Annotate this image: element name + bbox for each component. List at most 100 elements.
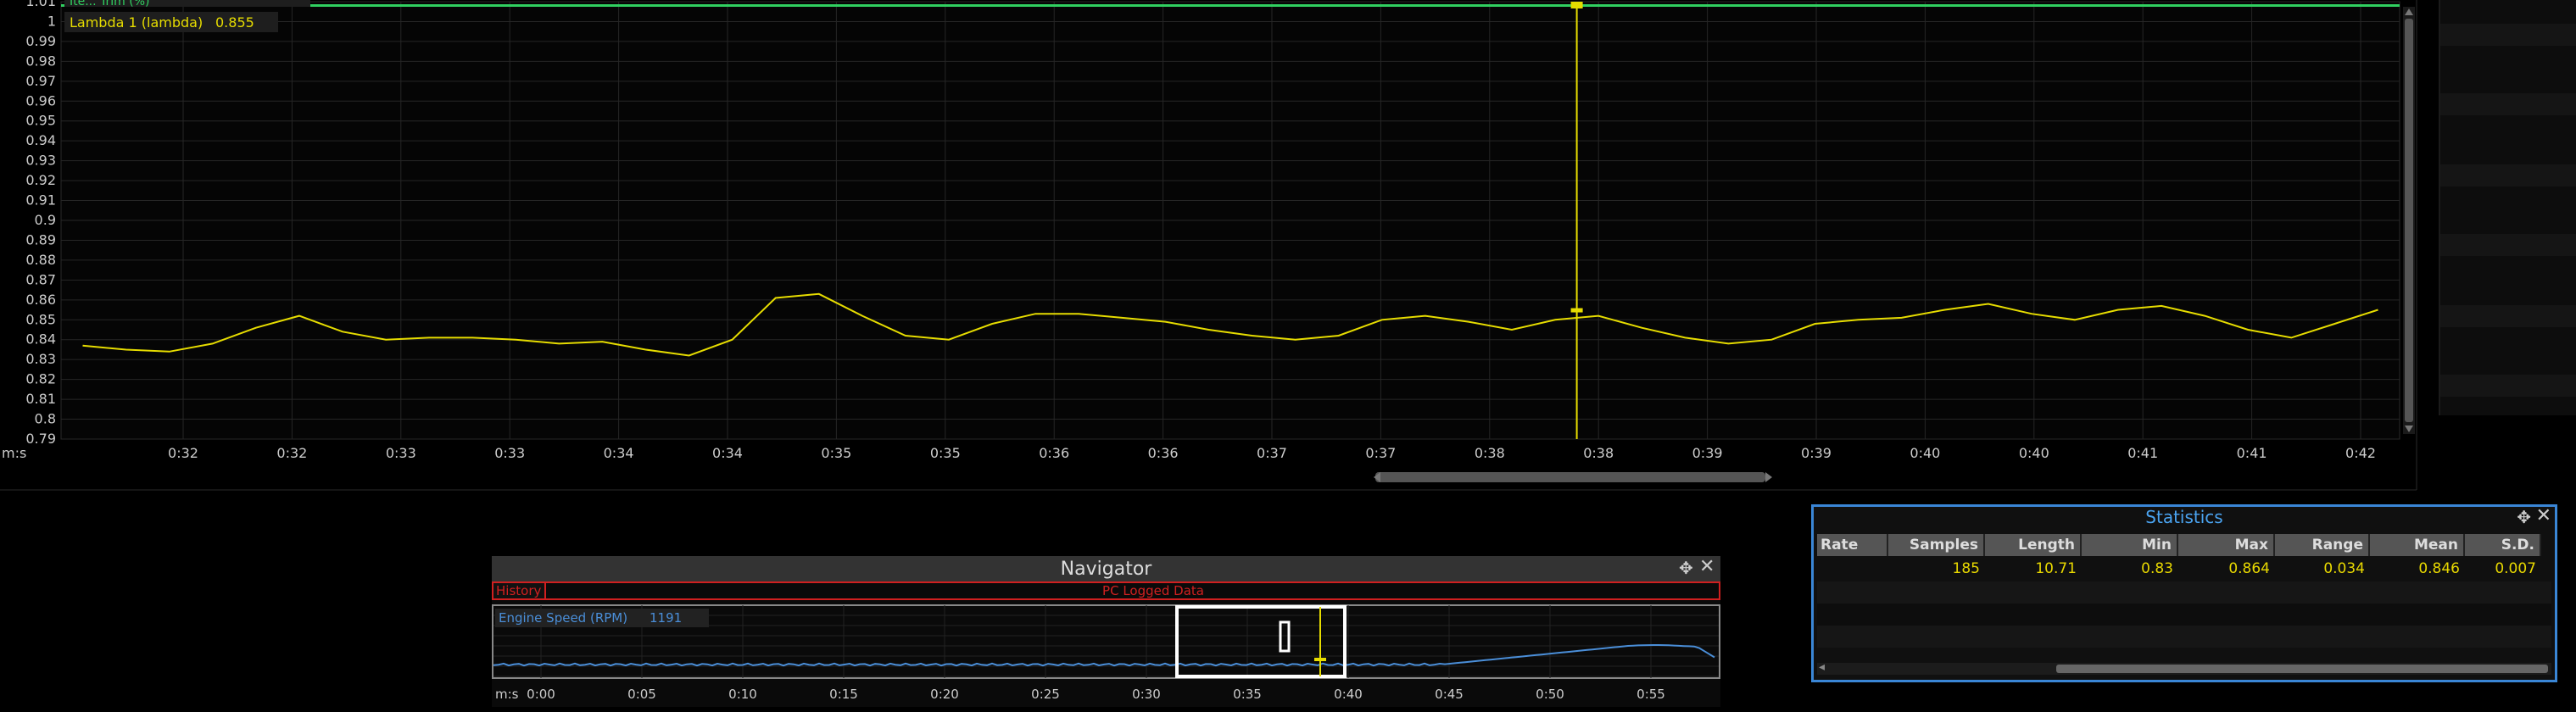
x-tick-label: 0:33: [494, 445, 525, 461]
y-tick-label: 0.96: [25, 92, 56, 108]
y-tick-label: 0.94: [25, 132, 56, 148]
navigator-x-tick-label: 0:15: [829, 687, 858, 702]
x-tick-label: 0:32: [276, 445, 307, 461]
x-tick-label: 0:37: [1365, 445, 1396, 461]
legend-top-label: Ite... Trim (%): [70, 0, 150, 8]
main-chart[interactable]: 1.01 1 0.99 0.98 0.97 0.96 0.95 0.94 0.93 0.92 0.9…: [0, 0, 2434, 500]
x-tick-label: 0:38: [1475, 445, 1505, 461]
column-header-rate[interactable]: Rate: [1817, 534, 1888, 556]
x-tick-label: 0:33: [386, 445, 416, 461]
horizontal-scrollbar-thumb[interactable]: [1375, 472, 1765, 482]
side-row: [2440, 234, 2576, 256]
x-tick-label: 0:40: [1910, 445, 1940, 461]
statistics-header-row: Rate Samples Length Min Max Range Mean S…: [1817, 534, 2551, 556]
x-tick-label: 0:35: [930, 445, 961, 461]
navigator-x-tick-label: 0:50: [1536, 687, 1564, 702]
empty-row: [1817, 604, 2551, 626]
navigator-x-tick-label: 0:30: [1132, 687, 1161, 702]
y-tick-label: 0.97: [25, 73, 56, 89]
column-header-range[interactable]: Range: [2275, 534, 2370, 556]
side-panel: [2439, 0, 2576, 415]
source-label: PC Logged Data: [1102, 583, 1204, 598]
side-row: [2440, 164, 2576, 186]
x-tick-label: 0:32: [168, 445, 198, 461]
navigator-x-tick-label: 0:55: [1636, 687, 1665, 702]
y-tick-label: 0.79: [25, 431, 56, 447]
cell-rate: [1817, 558, 1888, 580]
navigator-x-tick-label: 0:35: [1233, 687, 1262, 702]
column-header-sd[interactable]: S.D.: [2465, 534, 2541, 556]
y-tick-label: 0.98: [25, 53, 56, 69]
x-tick-label: 0:41: [2237, 445, 2267, 461]
navigator-chart[interactable]: History PC Logged Data Engine Speed (RPM…: [492, 581, 1720, 707]
y-tick-label: 0.89: [25, 231, 56, 248]
navigator-x-tick-label: 0:45: [1435, 687, 1464, 702]
channel-value: 1191: [650, 610, 682, 626]
x-tick-label: 0:41: [2127, 445, 2158, 461]
navigator-title: Navigator: [1060, 559, 1152, 580]
empty-row: [1817, 581, 2551, 604]
y-tick-label: 0.82: [25, 371, 56, 387]
cell-samples: 185: [1952, 560, 1980, 577]
close-icon[interactable]: ✕: [1699, 556, 1715, 577]
x-tick-label: 0:35: [821, 445, 851, 461]
legend-lambda-label: Lambda 1 (lambda): [70, 14, 203, 31]
cell-min: 0.83: [2141, 560, 2173, 577]
y-tick-label: 0.86: [25, 292, 56, 308]
y-tick-label: 1.01: [25, 0, 56, 9]
statistics-title: Statistics: [2145, 507, 2223, 527]
x-tick-label: 0:36: [1039, 445, 1069, 461]
navigator-panel[interactable]: Navigator ✥ ✕ History PC Logged Data Eng…: [492, 556, 1720, 707]
navigator-x-tick-label: 0:10: [728, 687, 757, 702]
column-header-length[interactable]: Length: [1985, 534, 2082, 556]
y-tick-label: 0.87: [25, 271, 56, 287]
column-header-mean[interactable]: Mean: [2370, 534, 2465, 556]
y-tick-label: 0.83: [25, 351, 56, 367]
statistics-panel[interactable]: Statistics ✥ ✕ Rate Samples Length Min M…: [1811, 504, 2557, 682]
side-row: [2440, 24, 2576, 46]
x-tick-label: 0:39: [1692, 445, 1723, 461]
x-tick-label: 0:38: [1583, 445, 1614, 461]
side-row: [2440, 375, 2576, 397]
y-tick-label: 1: [47, 13, 56, 29]
x-tick-label: 0:34: [604, 445, 634, 461]
y-tick-label: 0.95: [25, 113, 56, 129]
legend-lambda-value: 0.855: [215, 14, 254, 31]
column-header-samples[interactable]: Samples: [1888, 534, 1985, 556]
navigator-x-tick-label: 0:20: [930, 687, 959, 702]
move-icon[interactable]: ✥: [2517, 507, 2531, 527]
cursor-handle[interactable]: [1570, 2, 1583, 8]
statistics-data-row[interactable]: 185 10.71 0.83 0.864 0.034 0.846 0.007: [1817, 558, 2551, 580]
empty-row: [1817, 626, 2551, 648]
cell-length: 10.71: [2035, 560, 2077, 577]
navigator-x-tick-label: 0:40: [1334, 687, 1363, 702]
vertical-scrollbar-thumb[interactable]: [2405, 19, 2413, 422]
y-tick-label: 0.84: [25, 331, 56, 348]
y-tick-label: 0.85: [25, 311, 56, 327]
time-unit-label: m:s: [2, 445, 26, 461]
navigator-time-unit: m:s: [495, 687, 519, 702]
y-tick-label: 0.93: [25, 153, 56, 169]
navigator-x-tick-label: 0:05: [627, 687, 656, 702]
y-tick-label: 0.8: [35, 411, 56, 427]
y-tick-label: 0.91: [25, 192, 56, 209]
close-icon[interactable]: ✕: [2536, 505, 2551, 526]
move-icon[interactable]: ✥: [1679, 558, 1693, 578]
navigator-x-tick-label: 0:25: [1031, 687, 1060, 702]
cell-range: 0.034: [2323, 560, 2365, 577]
history-label[interactable]: History: [496, 583, 541, 598]
x-tick-label: 0:37: [1257, 445, 1287, 461]
scroll-left-arrow-icon[interactable]: ◂: [1819, 660, 1825, 674]
column-header-max[interactable]: Max: [2178, 534, 2275, 556]
side-row: [2440, 93, 2576, 115]
cell-mean: 0.846: [2418, 560, 2460, 577]
x-tick-label: 0:42: [2345, 445, 2376, 461]
x-tick-label: 0:36: [1148, 445, 1179, 461]
top-trace-line: [61, 4, 2400, 7]
side-row: [2440, 305, 2576, 327]
x-tick-label: 0:39: [1801, 445, 1832, 461]
column-header-min[interactable]: Min: [2082, 534, 2178, 556]
cursor-value-marker: [1570, 308, 1583, 313]
y-tick-label: 0.92: [25, 172, 56, 188]
statistics-scrollbar-thumb[interactable]: [2056, 665, 2548, 673]
